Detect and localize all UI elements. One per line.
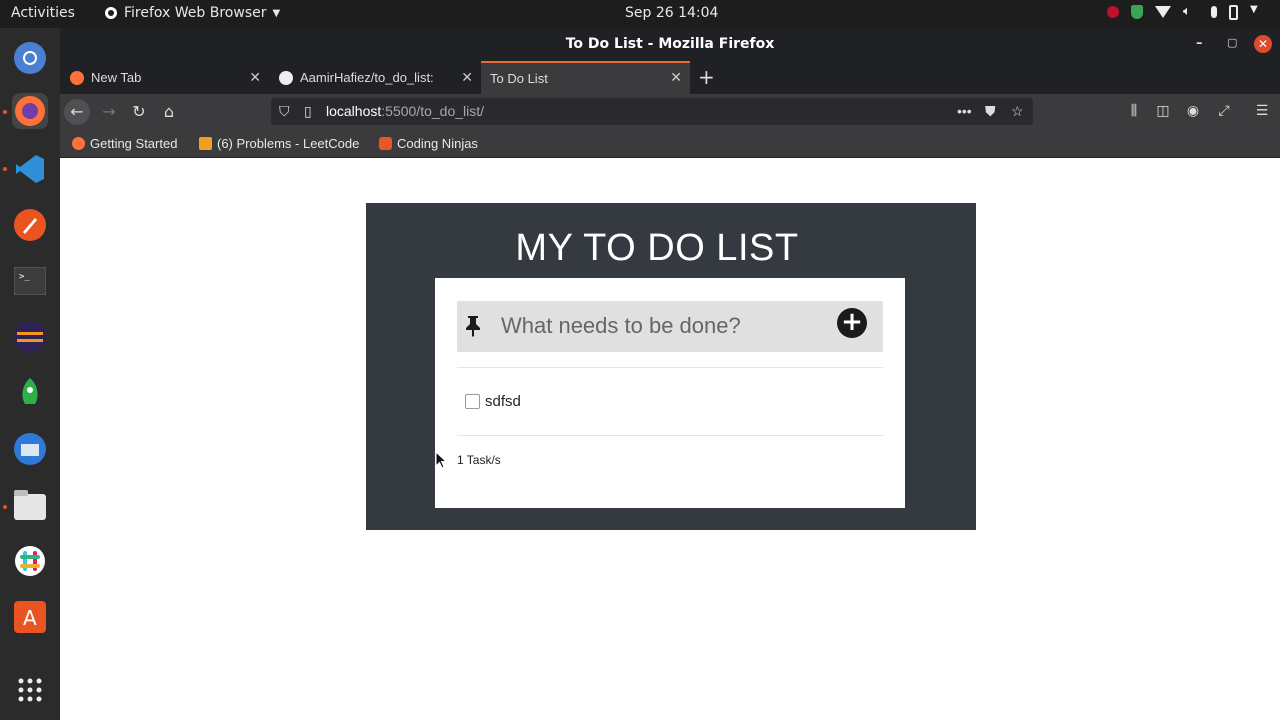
- firefox-icon: [70, 70, 84, 85]
- record-icon: [1107, 6, 1119, 18]
- clock[interactable]: Sep 26 14:04: [625, 5, 718, 21]
- wifi-icon: [1155, 6, 1171, 18]
- files-icon[interactable]: [12, 487, 48, 523]
- ubuntu-dock: >_ A: [0, 28, 60, 720]
- leetcode-icon: [199, 137, 212, 150]
- software-store-icon[interactable]: A: [12, 599, 48, 635]
- battery-icon: [1229, 4, 1238, 20]
- bookmark-star-icon[interactable]: ☆: [1011, 103, 1024, 120]
- tab-to-do-list[interactable]: To Do List ✕: [481, 61, 690, 94]
- task-item: sdfsd: [465, 393, 521, 410]
- drawing-app-icon[interactable]: [12, 207, 48, 243]
- navigation-toolbar: ← → ↻ ⌂ ⛉ ▯ localhost:5500/to_do_list/ •…: [60, 94, 1280, 129]
- bookmark-label: Coding Ninjas: [397, 136, 478, 151]
- activities-button[interactable]: Activities: [11, 5, 75, 21]
- close-window-icon[interactable]: ✕: [1254, 35, 1272, 53]
- web-page: MY TO DO LIST + sdfsd 1 Task/s: [60, 158, 1280, 720]
- eclipse-icon[interactable]: [12, 319, 48, 355]
- rocket-app-icon[interactable]: [12, 375, 48, 411]
- app-menu-label: Firefox Web Browser: [124, 5, 267, 21]
- coding-ninjas-icon: [379, 137, 392, 150]
- svg-text:A: A: [23, 606, 37, 630]
- system-top-bar: Activities Firefox Web Browser ▼ Sep 26 …: [0, 0, 1280, 28]
- divider: [457, 435, 883, 436]
- new-task-input[interactable]: [501, 311, 831, 341]
- vscode-icon[interactable]: [12, 151, 48, 187]
- pin-icon: [466, 316, 480, 337]
- back-button[interactable]: ←: [64, 99, 90, 125]
- bookmark-leetcode[interactable]: (6) Problems - LeetCode: [199, 136, 359, 151]
- url-host: localhost: [326, 103, 382, 119]
- thunderbird-icon[interactable]: [12, 431, 48, 467]
- url-path: :5500/to_do_list/: [381, 103, 485, 119]
- tab-label: To Do List: [490, 71, 548, 86]
- hamburger-menu-icon[interactable]: ☰: [1253, 102, 1271, 120]
- account-icon[interactable]: ◉: [1184, 102, 1202, 120]
- forward-button[interactable]: →: [96, 99, 122, 125]
- new-tab-button[interactable]: +: [698, 67, 715, 87]
- show-applications-icon[interactable]: [12, 672, 48, 708]
- system-tray[interactable]: 🔈︎ ▼: [1107, 4, 1266, 20]
- divider: [457, 367, 883, 368]
- chevron-down-icon: ▼: [272, 7, 281, 19]
- tab-label: New Tab: [91, 70, 142, 85]
- todo-card: MY TO DO LIST + sdfsd 1 Task/s: [366, 203, 976, 530]
- window-titlebar: To Do List - Mozilla Firefox – ▢ ✕: [60, 28, 1280, 61]
- window-title: To Do List - Mozilla Firefox: [565, 36, 775, 52]
- firefox-dock-icon[interactable]: [12, 93, 48, 129]
- slack-icon[interactable]: [12, 543, 48, 579]
- page-info-icon[interactable]: ▯: [304, 103, 312, 120]
- tab-bar: New Tab ✕ AamirHafiez/to_do_list: ✕ To D…: [60, 61, 1280, 94]
- pocket-icon[interactable]: ⛊: [985, 103, 996, 120]
- bookmark-label: (6) Problems - LeetCode: [217, 136, 360, 151]
- running-indicator: [3, 505, 7, 509]
- shield-icon: [1131, 5, 1143, 19]
- bookmark-label: Getting Started: [90, 136, 178, 151]
- shield-icon[interactable]: ⛉: [279, 103, 290, 120]
- bookmark-getting-started[interactable]: Getting Started: [72, 136, 177, 151]
- svg-text:>_: >_: [19, 272, 30, 282]
- volume-icon: 🔈︎: [1183, 4, 1191, 19]
- running-indicator: [3, 167, 7, 171]
- app-menu[interactable]: Firefox Web Browser ▼: [104, 5, 280, 21]
- close-tab-icon[interactable]: ✕: [461, 69, 473, 86]
- home-button[interactable]: ⌂: [156, 99, 182, 125]
- mouse-cursor-icon: [435, 451, 447, 469]
- tab-github[interactable]: AamirHafiez/to_do_list: ✕: [271, 61, 481, 94]
- todo-panel: + sdfsd 1 Task/s: [435, 278, 905, 508]
- new-task-form: +: [457, 301, 883, 352]
- chromium-icon[interactable]: [12, 40, 48, 76]
- tab-label: AamirHafiez/to_do_list:: [300, 70, 434, 85]
- task-count: 1 Task/s: [457, 453, 501, 467]
- reload-button[interactable]: ↻: [126, 99, 152, 125]
- bookmark-coding-ninjas[interactable]: Coding Ninjas: [379, 136, 478, 151]
- github-icon: [279, 70, 293, 85]
- task-text: sdfsd: [485, 393, 521, 410]
- maximize-icon[interactable]: ▢: [1227, 36, 1237, 49]
- terminal-icon[interactable]: >_: [12, 263, 48, 299]
- task-checkbox[interactable]: [465, 394, 480, 409]
- running-indicator: [3, 110, 7, 114]
- minimize-icon[interactable]: –: [1196, 36, 1203, 51]
- microphone-icon: [1211, 6, 1217, 18]
- bookmarks-toolbar: Getting Started (6) Problems - LeetCode …: [60, 129, 1280, 158]
- firefox-icon: [105, 7, 117, 19]
- extensions-icon[interactable]: ⤢: [1215, 102, 1233, 120]
- sidebar-icon[interactable]: ◫: [1154, 102, 1172, 120]
- power-menu-icon: ▼: [1250, 4, 1258, 15]
- tab-new-tab[interactable]: New Tab ✕: [60, 61, 269, 94]
- page-title: MY TO DO LIST: [515, 227, 799, 269]
- library-icon[interactable]: ⫼: [1125, 102, 1143, 120]
- close-tab-icon[interactable]: ✕: [249, 69, 261, 86]
- add-task-button[interactable]: +: [837, 308, 867, 338]
- firefox-icon: [72, 137, 85, 150]
- url-text[interactable]: localhost:5500/to_do_list/: [326, 103, 484, 119]
- close-tab-icon[interactable]: ✕: [670, 69, 682, 86]
- page-actions-icon[interactable]: •••: [957, 103, 972, 119]
- url-bar[interactable]: ⛉ ▯ localhost:5500/to_do_list/ ••• ⛊ ☆: [271, 98, 1033, 125]
